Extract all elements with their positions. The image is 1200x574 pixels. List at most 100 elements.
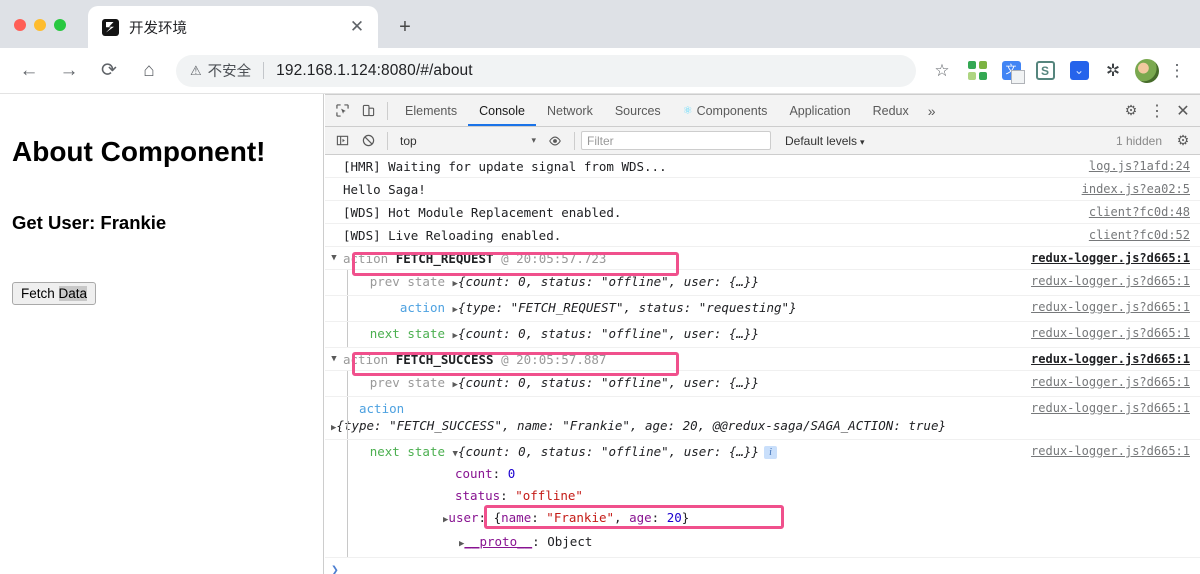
new-tab-button[interactable]: +	[392, 14, 418, 40]
object-preview[interactable]: {count: 0, status: "offline", user: {…}}	[458, 326, 759, 341]
tab-elements[interactable]: Elements	[394, 95, 468, 126]
close-tab-icon[interactable]: ✕	[346, 16, 368, 38]
object-preview[interactable]: {count: 0, status: "offline", user: {…}}	[458, 274, 759, 289]
qr-code-icon[interactable]	[962, 56, 992, 86]
tab-label: Application	[789, 103, 851, 118]
inspect-element-icon[interactable]	[329, 98, 355, 124]
devtools-close-icon[interactable]: ✕	[1170, 98, 1196, 124]
console-group-row[interactable]: next state ▼{count: 0, status: "offline"…	[325, 440, 1200, 558]
tab-title: 开发环境	[129, 20, 187, 37]
source-link[interactable]: redux-logger.js?d665:1	[1031, 374, 1200, 391]
tab-network[interactable]: Network	[536, 95, 604, 126]
source-link[interactable]: log.js?1afd:24	[1089, 158, 1200, 175]
source-link[interactable]: redux-logger.js?d665:1	[1031, 273, 1200, 290]
tab-application[interactable]: Application	[778, 95, 861, 126]
back-icon[interactable]: ←	[12, 54, 46, 88]
object-preview[interactable]: {count: 0, status: "offline", user: {…}}	[458, 375, 759, 390]
console-group-row[interactable]: next state ▶{count: 0, status: "offline"…	[325, 322, 1200, 348]
execution-context-dropdown[interactable]: top ▾	[394, 131, 542, 151]
tab-console[interactable]: Console	[468, 95, 536, 126]
devtools-menu-icon[interactable]: ⋮	[1144, 98, 1170, 124]
source-link[interactable]: redux-logger.js?d665:1	[1031, 351, 1200, 368]
console-message-list[interactable]: [HMR] Waiting for update signal from WDS…	[325, 155, 1200, 574]
close-window-button[interactable]	[14, 19, 26, 31]
console-group-row[interactable]: prev state ▶{count: 0, status: "offline"…	[325, 270, 1200, 296]
minimize-window-button[interactable]	[34, 19, 46, 31]
console-row[interactable]: [WDS] Hot Module Replacement enabled. cl…	[325, 201, 1200, 224]
puzzle-extensions-icon[interactable]: ✲	[1098, 56, 1128, 86]
fetch-button-label-prefix: Fetch	[21, 286, 59, 301]
browser-window: 开发环境 ✕ + ← → ⟳ ⌂ ⚠ 不安全 192.168.1.124:808…	[0, 0, 1200, 574]
home-icon[interactable]: ⌂	[132, 54, 166, 88]
tab-sources[interactable]: Sources	[604, 95, 672, 126]
clear-console-icon[interactable]	[355, 128, 381, 154]
url-text: 192.168.1.124:8080/#/about	[276, 61, 473, 79]
property-key: count	[455, 466, 493, 481]
console-group-row[interactable]: action redux-logger.js?d665:1 ▶{type: "F…	[325, 397, 1200, 440]
object-proto-row[interactable]: ▶__proto__: Object	[455, 531, 1200, 555]
console-sidebar-icon[interactable]	[329, 128, 355, 154]
object-preview[interactable]: {type: "FETCH_SUCCESS", name: "Frankie",…	[336, 418, 946, 433]
forward-icon[interactable]: →	[52, 54, 86, 88]
address-bar[interactable]: ⚠ 不安全 192.168.1.124:8080/#/about	[176, 54, 916, 87]
browser-tab[interactable]: 开发环境 ✕	[88, 6, 378, 48]
console-group-header[interactable]: ▼ action FETCH_REQUEST @ 20:05:57.723 re…	[325, 247, 1200, 270]
console-filter-bar: top ▾ Filter Default levels ▾ 1 hidden ⚙	[325, 127, 1200, 155]
console-group-row[interactable]: action ▶{type: "FETCH_REQUEST", status: …	[325, 296, 1200, 322]
object-property-row[interactable]: status: "offline"	[455, 485, 1200, 507]
source-link[interactable]: redux-logger.js?d665:1	[1031, 400, 1200, 417]
tab-components[interactable]: ⚛ Components	[672, 95, 779, 126]
object-preview[interactable]: {count: 0, status: "offline", user: {…}}	[458, 444, 759, 459]
info-badge-icon[interactable]: i	[763, 446, 777, 459]
source-link[interactable]: redux-logger.js?d665:1	[1031, 443, 1200, 460]
chevron-down-icon: ▾	[531, 135, 536, 145]
state-row-body: action ▶{type: "FETCH_REQUEST", status: …	[343, 299, 1031, 319]
source-link[interactable]: index.js?ea02:5	[1082, 181, 1200, 198]
object-preview[interactable]: {type: "FETCH_REQUEST", status: "request…	[458, 300, 797, 315]
more-tabs-icon[interactable]: »	[920, 103, 944, 119]
row-label-line: action	[343, 400, 1031, 417]
source-link[interactable]: client?fc0d:48	[1089, 204, 1200, 221]
tab-redux[interactable]: Redux	[862, 95, 920, 126]
fetch-button-label-selected: Data	[58, 286, 88, 301]
console-prompt[interactable]: ❯	[325, 558, 1200, 574]
maximize-window-button[interactable]	[54, 19, 66, 31]
s-extension-icon[interactable]: S	[1030, 56, 1060, 86]
state-row-body: prev state ▶{count: 0, status: "offline"…	[343, 374, 1031, 394]
log-text: [WDS] Hot Module Replacement enabled.	[343, 205, 622, 220]
log-levels-dropdown[interactable]: Default levels ▾	[785, 134, 865, 148]
group-expand-triangle-icon[interactable]: ▼	[325, 250, 343, 267]
avatar[interactable]	[1132, 56, 1162, 86]
source-link[interactable]: redux-logger.js?d665:1	[1031, 325, 1200, 342]
live-expression-eye-icon[interactable]	[542, 128, 568, 154]
console-row[interactable]: Hello Saga! index.js?ea02:5	[325, 178, 1200, 201]
group-timestamp: 20:05:57.887	[516, 352, 607, 367]
console-settings-icon[interactable]: ⚙	[1170, 128, 1196, 154]
fetch-data-button[interactable]: Fetch Data	[12, 282, 97, 305]
translate-extension-icon[interactable]: 文	[996, 56, 1026, 86]
property-key: status	[455, 488, 501, 503]
console-row[interactable]: [WDS] Live Reloading enabled. client?fc0…	[325, 224, 1200, 247]
object-property-row[interactable]: count: 0	[455, 463, 1200, 485]
filter-input[interactable]: Filter	[581, 131, 771, 150]
blue-extension-icon[interactable]: ⌄	[1064, 56, 1094, 86]
group-action-label: action	[343, 352, 389, 367]
source-link[interactable]: redux-logger.js?d665:1	[1031, 250, 1200, 267]
group-expand-triangle-icon[interactable]: ▼	[325, 351, 343, 368]
devtools-panel: Elements Console Network Sources ⚛ Compon…	[325, 94, 1200, 574]
object-property-row-user[interactable]: ▶user: {name: "Frankie", age: 20}	[443, 507, 1188, 531]
property-key: user	[448, 510, 479, 525]
source-link[interactable]: redux-logger.js?d665:1	[1031, 299, 1200, 316]
row-label: action	[399, 300, 445, 315]
console-group-row[interactable]: prev state ▶{count: 0, status: "offline"…	[325, 371, 1200, 397]
device-toolbar-icon[interactable]	[355, 98, 381, 124]
tab-label: Console	[479, 103, 525, 118]
get-user-text: Get User: Frankie	[12, 212, 167, 233]
reload-icon[interactable]: ⟳	[92, 54, 126, 88]
console-group-header[interactable]: ▼ action FETCH_SUCCESS @ 20:05:57.887 re…	[325, 348, 1200, 371]
browser-menu-icon[interactable]: ⋮	[1162, 61, 1192, 81]
console-row[interactable]: [HMR] Waiting for update signal from WDS…	[325, 155, 1200, 178]
devtools-settings-icon[interactable]: ⚙	[1118, 98, 1144, 124]
bookmark-star-icon[interactable]: ☆	[926, 55, 958, 87]
source-link[interactable]: client?fc0d:52	[1089, 227, 1200, 244]
